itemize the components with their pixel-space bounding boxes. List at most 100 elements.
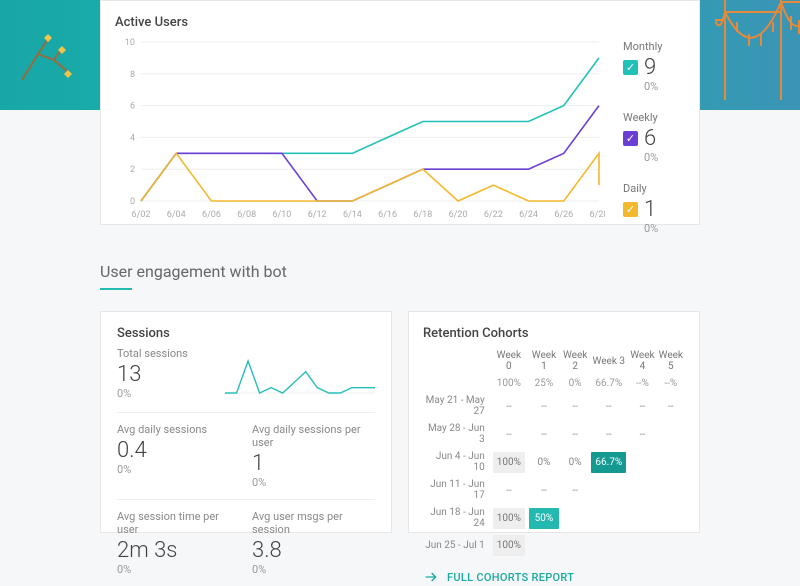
retention-card: Retention Cohorts Week 0Week 1Week 2Week… (408, 311, 700, 533)
full-cohorts-link[interactable]: FULL COHORTS REPORT (423, 569, 685, 585)
legend-label: Monthly (623, 40, 687, 53)
svg-text:6/18: 6/18 (413, 210, 432, 220)
legend-sub: 0% (644, 151, 687, 164)
metric-value: 13 (117, 362, 213, 387)
sessions-card: Sessions Total sessions 13 0% Avg daily … (100, 311, 392, 533)
row-range: Jun 18 - Jun 24 (423, 504, 491, 532)
session-metric: Avg user msgs per session 3.8 0% (252, 510, 375, 576)
svg-text:6/28: 6/28 (590, 210, 605, 220)
legend-item-weekly: Weekly ✓ 6 0% (623, 111, 687, 164)
metric-label: Total sessions (117, 347, 213, 360)
table-header-value: --% (657, 375, 685, 392)
table-header: Week 4 (628, 347, 656, 375)
table-row: May 21 - May 27------------ (423, 392, 685, 420)
metric-sub: 0% (252, 563, 375, 576)
retention-table: Week 0Week 1Week 2Week 3Week 4Week 5100%… (423, 347, 685, 559)
legend-value: 6 (644, 126, 656, 151)
row-range: May 28 - Jun 3 (423, 420, 491, 448)
table-row: Jun 18 - Jun 24100%50% (423, 504, 685, 532)
legend-checkbox[interactable]: ✓ (623, 60, 638, 75)
retention-cell: -- (589, 392, 628, 420)
retention-title: Retention Cohorts (423, 326, 685, 341)
row-range: May 21 - May 27 (423, 392, 491, 420)
branch-illustration (20, 30, 80, 80)
metric-value: 1 (252, 451, 375, 476)
total-sessions-metric: Total sessions 13 0% (117, 347, 213, 400)
session-metric: Avg daily sessions 0.4 0% (117, 423, 240, 489)
legend-value: 9 (644, 55, 656, 80)
svg-text:6/10: 6/10 (272, 210, 291, 220)
svg-text:6/24: 6/24 (519, 210, 538, 220)
full-cohorts-label: FULL COHORTS REPORT (447, 571, 574, 584)
section-title: User engagement with bot (100, 262, 287, 281)
table-header: Week 3 (589, 347, 628, 375)
active-users-chart: 02468106/026/046/066/086/106/126/146/166… (115, 36, 605, 235)
svg-text:6/02: 6/02 (132, 210, 151, 220)
legend-item-monthly: Monthly ✓ 9 0% (623, 40, 687, 93)
svg-text:6/06: 6/06 (202, 210, 221, 220)
svg-text:6/20: 6/20 (449, 210, 468, 220)
section-underline (100, 288, 132, 290)
svg-text:4: 4 (130, 133, 135, 143)
metric-sub: 0% (252, 476, 375, 489)
retention-cell: 0% (527, 448, 561, 476)
metric-sub: 0% (117, 463, 240, 476)
session-metric: Avg session time per user 2m 3s 0% (117, 510, 240, 576)
retention-cell: -- (491, 476, 527, 504)
retention-cell: -- (561, 476, 589, 504)
legend-sub: 0% (644, 80, 687, 93)
bridge-illustration (715, 0, 800, 100)
svg-text:6/22: 6/22 (484, 210, 503, 220)
svg-text:6/08: 6/08 (237, 210, 256, 220)
retention-cell: 100% (491, 532, 527, 559)
svg-text:6/04: 6/04 (167, 210, 186, 220)
svg-text:2: 2 (130, 165, 135, 175)
metric-label: Avg daily sessions per user (252, 423, 375, 449)
row-range: Jun 11 - Jun 17 (423, 476, 491, 504)
active-users-card: Active Users 02468106/026/046/066/086/10… (100, 0, 700, 225)
retention-cell: 66.7% (589, 448, 628, 476)
sessions-sparkline (225, 347, 375, 400)
svg-text:8: 8 (130, 70, 135, 80)
retention-cell: -- (527, 476, 561, 504)
retention-cell: -- (628, 392, 656, 420)
retention-cell: -- (491, 392, 527, 420)
retention-cell: 0% (561, 448, 589, 476)
legend-checkbox[interactable]: ✓ (623, 202, 638, 217)
sessions-title: Sessions (117, 326, 375, 341)
legend-value: 1 (644, 197, 656, 222)
retention-cell: -- (589, 420, 628, 448)
arrow-right-icon (423, 569, 439, 585)
legend-label: Daily (623, 182, 687, 195)
retention-cell: -- (561, 392, 589, 420)
active-users-title: Active Users (115, 15, 687, 30)
legend-item-daily: Daily ✓ 1 0% (623, 182, 687, 235)
table-row: Jun 4 - Jun 10100%0%0%66.7% (423, 448, 685, 476)
table-header-value: 0% (561, 375, 589, 392)
table-header: Week 5 (657, 347, 685, 375)
metric-label: Avg user msgs per session (252, 510, 375, 536)
retention-cell: 100% (491, 448, 527, 476)
retention-cell: -- (527, 392, 561, 420)
retention-cell: 50% (527, 504, 561, 532)
retention-cell: -- (657, 392, 685, 420)
session-metric: Avg daily sessions per user 1 0% (252, 423, 375, 489)
table-row: Jun 11 - Jun 17------ (423, 476, 685, 504)
svg-text:6/16: 6/16 (378, 210, 397, 220)
table-row: Jun 25 - Jul 1100% (423, 532, 685, 559)
metric-value: 3.8 (252, 538, 375, 563)
legend-label: Weekly (623, 111, 687, 124)
table-header-value: 66.7% (589, 375, 628, 392)
table-header-value: --% (628, 375, 656, 392)
retention-cell: -- (561, 420, 589, 448)
legend-sub: 0% (644, 222, 687, 235)
legend-checkbox[interactable]: ✓ (623, 131, 638, 146)
metric-label: Avg session time per user (117, 510, 240, 536)
metric-label: Avg daily sessions (117, 423, 240, 436)
metric-value: 2m 3s (117, 538, 240, 563)
metric-value: 0.4 (117, 438, 240, 463)
row-range: Jun 4 - Jun 10 (423, 448, 491, 476)
metric-sub: 0% (117, 563, 240, 576)
row-range: Jun 25 - Jul 1 (423, 532, 491, 559)
retention-cell: 100% (491, 504, 527, 532)
